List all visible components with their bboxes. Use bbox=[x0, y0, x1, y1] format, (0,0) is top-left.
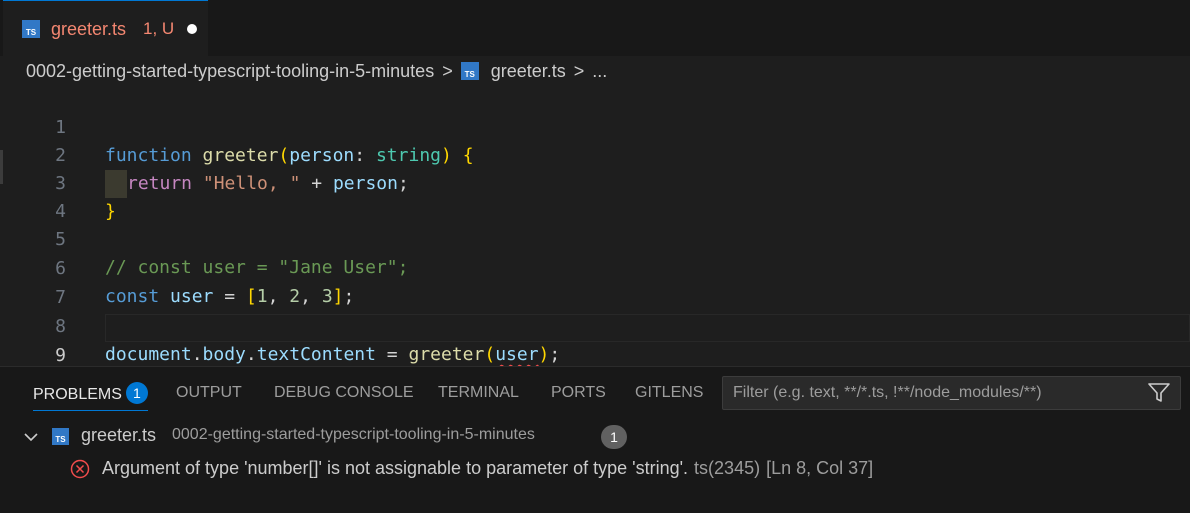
tab-label: OUTPUT bbox=[176, 384, 242, 401]
tab-gitlens[interactable]: GITLENS bbox=[635, 384, 703, 410]
editor-tab-bar: TS greeter.ts 1, U bbox=[0, 0, 1190, 56]
tab-ports[interactable]: PORTS bbox=[551, 384, 606, 410]
code-line: 5 // const user = "Jane User"; bbox=[0, 198, 1190, 278]
typescript-file-icon: TS bbox=[22, 20, 40, 38]
code-line: 7 bbox=[0, 256, 1190, 308]
error-message: Argument of type 'number[]' is not assig… bbox=[102, 458, 689, 478]
tab-problems[interactable]: PROBLEMS 1 bbox=[33, 382, 148, 411]
chevron-right-icon: > bbox=[573, 60, 585, 81]
problems-file-group[interactable]: TS greeter.ts 0002-getting-started-types… bbox=[0, 424, 1190, 450]
code-editor[interactable]: 1 function greeter(person: string) { 2 r… bbox=[0, 86, 1190, 366]
tab-status: 1, U bbox=[143, 19, 175, 38]
error-icon bbox=[70, 459, 90, 479]
bottom-panel: PROBLEMS 1 OUTPUT DEBUG CONSOLE TERMINAL … bbox=[0, 366, 1190, 513]
chevron-right-icon: > bbox=[442, 60, 453, 81]
problems-count-badge: 1 bbox=[125, 382, 148, 404]
problems-filter-input[interactable]: Filter (e.g. text, **/*.ts, !**/node_mod… bbox=[722, 376, 1181, 410]
tab-label: TERMINAL bbox=[438, 384, 519, 401]
problem-count-badge: 1 bbox=[601, 425, 627, 449]
code-line: 4 bbox=[0, 170, 1190, 222]
tab-filename: greeter.ts bbox=[51, 19, 127, 39]
typescript-file-icon: TS bbox=[52, 428, 69, 445]
code-line: 8 document.body.textContent = greeter(us… bbox=[0, 285, 1190, 365]
operator: = bbox=[375, 344, 409, 365]
unsaved-dot-icon[interactable] bbox=[187, 24, 197, 34]
tab-label: DEBUG CONSOLE bbox=[274, 384, 414, 401]
problem-file-path: 0002-getting-started-typescript-tooling-… bbox=[172, 426, 535, 443]
code-line: 3 } bbox=[0, 142, 1190, 222]
tab-label: PORTS bbox=[551, 384, 606, 401]
tab-output[interactable]: OUTPUT bbox=[176, 384, 242, 410]
filter-icon[interactable] bbox=[1148, 383, 1170, 403]
punctuation: . bbox=[245, 344, 257, 365]
error-argument[interactable]: user bbox=[495, 344, 538, 365]
error-message-wrap: Argument of type 'number[]' is not assig… bbox=[102, 458, 873, 479]
code-line: 2 return "Hello, " + person; bbox=[0, 114, 1190, 198]
breadcrumb-more[interactable]: ... bbox=[592, 61, 607, 82]
tab-debug-console[interactable]: DEBUG CONSOLE bbox=[274, 384, 414, 410]
filter-placeholder: Filter (e.g. text, **/*.ts, !**/node_mod… bbox=[733, 384, 1042, 401]
property: textContent bbox=[256, 344, 376, 365]
code-line: 6 const user = [1, 2, 3]; bbox=[0, 227, 1190, 307]
error-location: [Ln 8, Col 37] bbox=[766, 458, 874, 478]
problem-file-name: greeter.ts bbox=[81, 425, 157, 445]
typescript-file-icon: TS bbox=[460, 62, 479, 80]
breadcrumb-file-icon-wrap: TS bbox=[460, 62, 479, 80]
function-name: greeter bbox=[408, 344, 485, 365]
bracket: ) bbox=[538, 344, 550, 365]
punctuation: ; bbox=[549, 344, 561, 365]
code-line: 9 bbox=[0, 314, 1190, 366]
code-text: document.body.textContent = greeter(user… bbox=[105, 341, 560, 369]
breadcrumb-file[interactable]: greeter.ts bbox=[491, 61, 566, 82]
punctuation: . bbox=[191, 344, 203, 365]
variable: document bbox=[105, 344, 192, 365]
problem-item[interactable]: Argument of type 'number[]' is not assig… bbox=[0, 456, 1190, 482]
error-code: ts(2345) bbox=[694, 458, 761, 478]
tab-label: PROBLEMS bbox=[33, 386, 122, 404]
property: body bbox=[202, 344, 246, 365]
chevron-down-icon[interactable] bbox=[22, 428, 40, 446]
tab-terminal[interactable]: TERMINAL bbox=[438, 384, 519, 410]
tab-label: GITLENS bbox=[635, 384, 704, 401]
code-line: 1 function greeter(person: string) { bbox=[0, 86, 1190, 166]
breadcrumb-folder[interactable]: 0002-getting-started-typescript-tooling-… bbox=[26, 61, 434, 82]
breadcrumb: 0002-getting-started-typescript-tooling-… bbox=[26, 59, 607, 83]
bracket: ( bbox=[484, 344, 496, 365]
tab-greeter-ts[interactable]: TS greeter.ts 1, U bbox=[3, 0, 208, 56]
